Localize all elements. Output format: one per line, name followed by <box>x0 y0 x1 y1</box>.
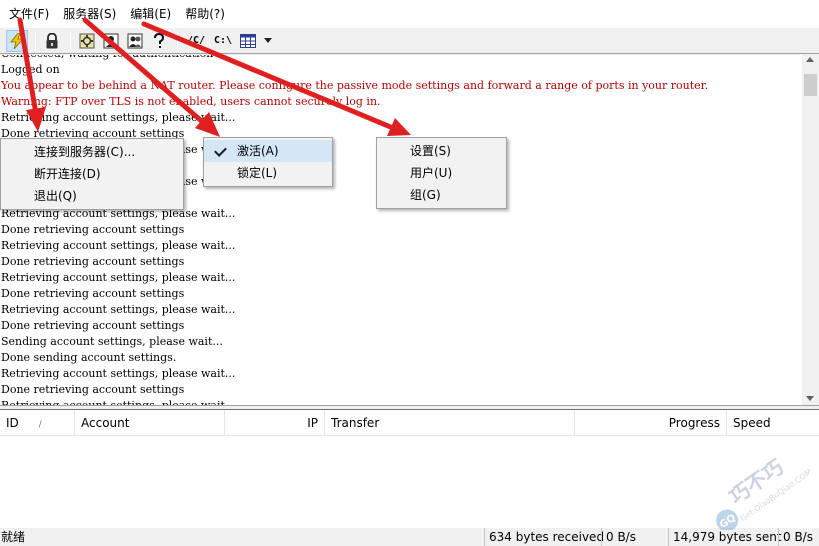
log-line: You appear to be behind a NAT router. Pl… <box>1 79 709 92</box>
lock-icon[interactable] <box>41 30 63 52</box>
toolbar: /C/ C:\ <box>0 28 819 54</box>
log-line: Retrieving account settings, please wait… <box>1 111 236 124</box>
log-line: Retrieving account settings, please wait… <box>1 239 236 252</box>
lightning-icon[interactable] <box>6 29 28 52</box>
scroll-thumb[interactable] <box>804 74 817 96</box>
sort-indicator: / <box>38 420 42 430</box>
grid-icon[interactable] <box>237 30 259 52</box>
menu-item-exit[interactable]: 退出(Q) <box>1 185 183 207</box>
status-send-speed: 0 B/s <box>778 528 819 546</box>
log-line: Done retrieving account settings <box>1 223 185 236</box>
edit-menu-popup: 设置(S) 用户(U) 组(G) <box>376 137 507 209</box>
toolbar-separator <box>35 30 36 51</box>
status-bytes-sent: 14,979 bytes sent <box>668 528 782 546</box>
log-line: Done retrieving account settings <box>1 383 185 396</box>
column-header-id[interactable]: ID / <box>0 410 75 436</box>
menu-edit[interactable]: 编辑(E) <box>123 0 178 28</box>
menu-item-activate[interactable]: 激活(A) <box>204 140 332 162</box>
status-ready: 就绪 <box>1 530 26 544</box>
users-icon[interactable] <box>100 30 122 52</box>
dropdown-arrow-icon[interactable] <box>261 30 275 52</box>
groups-icon[interactable] <box>124 30 146 52</box>
log-line: Retrieving account settings, please wait… <box>1 271 236 284</box>
toolbar-separator <box>70 30 71 51</box>
log-line: Retrieving account settings, please wait… <box>1 303 236 316</box>
server-menu-popup: 激活(A) 锁定(L) <box>203 137 333 187</box>
toolbar-separator <box>177 30 178 51</box>
log-scrollbar[interactable] <box>802 55 819 405</box>
settings-icon[interactable] <box>76 30 98 52</box>
status-bar: 就绪 634 bytes received 0 B/s 14,979 bytes… <box>0 528 819 546</box>
menu-item-lock[interactable]: 锁定(L) <box>204 162 332 184</box>
log-lines: Connected, waiting for authenticationLog… <box>1 55 708 405</box>
log-line: Connected, waiting for authentication <box>1 55 708 62</box>
scroll-up-icon[interactable] <box>806 57 814 62</box>
menu-item-disconnect[interactable]: 断开连接(D) <box>1 163 183 185</box>
status-bytes-received: 634 bytes received <box>484 528 604 546</box>
menu-file[interactable]: 文件(F) <box>2 0 56 28</box>
menu-item-connect[interactable]: 连接到服务器(C)... <box>1 141 183 163</box>
menu-help[interactable]: 帮助(?) <box>178 0 232 28</box>
folder-c-icon[interactable]: /C/ <box>183 30 209 52</box>
log-line: Done retrieving account settings <box>1 319 185 332</box>
log-line: Warning: FTP over TLS is not enabled, us… <box>1 95 381 108</box>
log-line: Sending account settings, please wait... <box>1 335 223 348</box>
log-panel[interactable]: Connected, waiting for authenticationLog… <box>0 55 819 405</box>
column-header-speed[interactable]: Speed <box>727 410 819 436</box>
column-header-ip[interactable]: IP <box>225 410 325 436</box>
menu-bar: 文件(F) 服务器(S) 编辑(E) 帮助(?) <box>0 0 819 28</box>
menu-item-users[interactable]: 用户(U) <box>377 162 506 184</box>
log-line: Retrieving account settings, please wait… <box>1 367 236 380</box>
help-icon[interactable] <box>148 30 170 52</box>
connections-table[interactable]: ID / Account IP Transfer Progress Speed <box>0 409 819 528</box>
scroll-down-icon[interactable] <box>806 396 814 401</box>
status-receive-speed: 0 B/s <box>601 528 668 546</box>
log-line: Done sending account settings. <box>1 351 177 364</box>
log-line: Retrieving account settings, please wait… <box>1 398 708 405</box>
table-header: ID / Account IP Transfer Progress Speed <box>0 410 819 436</box>
log-line: Done retrieving account settings <box>1 287 185 300</box>
log-line: Logged on <box>1 63 60 76</box>
menu-server[interactable]: 服务器(S) <box>56 0 123 28</box>
drive-c-icon[interactable]: C:\ <box>211 30 235 52</box>
menu-item-settings[interactable]: 设置(S) <box>377 140 506 162</box>
column-header-progress[interactable]: Progress <box>575 410 727 436</box>
column-header-account[interactable]: Account <box>75 410 225 436</box>
file-menu-popup: 连接到服务器(C)... 断开连接(D) 退出(Q) <box>0 138 184 210</box>
column-header-transfer[interactable]: Transfer <box>325 410 575 436</box>
log-line: Done retrieving account settings <box>1 255 185 268</box>
menu-item-groups[interactable]: 组(G) <box>377 184 506 206</box>
